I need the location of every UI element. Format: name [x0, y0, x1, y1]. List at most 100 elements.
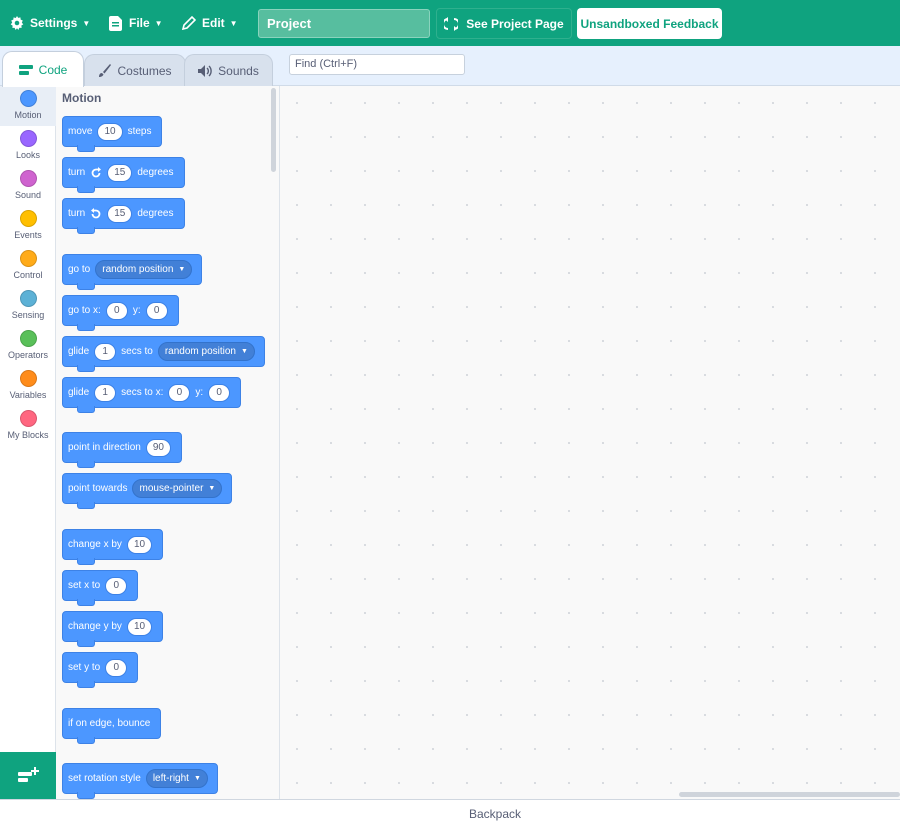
category-label: Variables: [9, 390, 47, 400]
block-point-in-direction[interactable]: point in direction 90: [62, 432, 182, 468]
backpack-bar[interactable]: Backpack: [0, 799, 900, 827]
block-turn-left[interactable]: turn 15 degrees: [62, 198, 185, 234]
file-menu[interactable]: File ▼: [109, 0, 163, 46]
dropdown-value: random position: [102, 264, 174, 275]
category-variables[interactable]: Variables: [0, 366, 56, 406]
block-go-to[interactable]: go to random position ▼: [62, 254, 203, 290]
category-motion[interactable]: Motion: [0, 86, 56, 126]
block-text: steps: [127, 126, 152, 137]
block-set-y[interactable]: set y to 0: [62, 652, 139, 688]
add-extension-button[interactable]: [0, 752, 56, 799]
block-text: secs to x:: [121, 387, 164, 398]
category-my-blocks[interactable]: My Blocks: [0, 406, 56, 446]
block-number-input[interactable]: 1: [94, 342, 117, 361]
tab-sounds[interactable]: Sounds: [184, 54, 273, 86]
block-text: go to x:: [68, 305, 101, 316]
see-project-page-button[interactable]: See Project Page: [436, 8, 572, 39]
project-title-input[interactable]: Project: [258, 9, 430, 38]
paintbrush-icon: [99, 64, 112, 77]
block-glide-to-xy[interactable]: glide 1 secs to x: 0 y: 0: [62, 377, 242, 413]
block-set-rotation-style[interactable]: set rotation style left-right ▼: [62, 763, 218, 799]
category-control[interactable]: Control: [0, 246, 56, 286]
category-label: Events: [14, 230, 42, 240]
block-number-input[interactable]: 1: [94, 383, 117, 402]
block-dropdown[interactable]: left-right ▼: [145, 769, 208, 788]
block-number-input[interactable]: 10: [126, 535, 153, 554]
chevron-down-icon: ▼: [229, 18, 238, 28]
palette-category-title: Motion: [62, 91, 102, 105]
block-number-input[interactable]: 0: [145, 301, 168, 320]
block-number-input[interactable]: 90: [145, 438, 171, 457]
tab-code[interactable]: Code: [2, 51, 84, 87]
category-dot-icon: [19, 90, 37, 107]
edit-menu[interactable]: Edit ▼: [182, 0, 238, 46]
block-text: set rotation style: [68, 773, 141, 784]
code-workspace[interactable]: [280, 86, 900, 799]
gear-icon: [10, 16, 24, 30]
block-number-input[interactable]: 0: [105, 658, 128, 677]
block-dropdown[interactable]: random position ▼: [95, 260, 193, 279]
dropdown-value: left-right: [152, 773, 189, 784]
file-icon: [109, 15, 122, 31]
workspace-horizontal-scrollbar[interactable]: [679, 792, 900, 797]
block-number-input[interactable]: 0: [168, 383, 191, 402]
block-move-steps[interactable]: move 10 steps: [62, 116, 163, 152]
block-change-y[interactable]: change y by 10: [62, 611, 164, 647]
chevron-down-icon: ▼: [154, 18, 163, 28]
block-glide-to[interactable]: glide 1 secs to random position ▼: [62, 336, 265, 372]
settings-menu[interactable]: Settings ▼: [10, 0, 90, 46]
block-point-towards[interactable]: point towards mouse-pointer ▼: [62, 473, 233, 509]
category-label: Sensing: [11, 310, 45, 320]
block-change-x[interactable]: change x by 10: [62, 529, 164, 565]
backpack-label: Backpack: [468, 806, 522, 821]
category-dot-icon: [19, 410, 37, 427]
palette-scrollbar[interactable]: [271, 88, 276, 172]
category-dot-icon: [19, 210, 37, 227]
category-dot-icon: [19, 130, 37, 147]
block-set-x[interactable]: set x to 0: [62, 570, 139, 606]
block-text: point towards: [68, 483, 128, 494]
block-number-input[interactable]: 0: [105, 576, 128, 595]
block-number-input[interactable]: 15: [107, 204, 133, 223]
chevron-down-icon: ▼: [82, 18, 91, 28]
block-number-input[interactable]: 0: [105, 301, 128, 320]
block-number-input[interactable]: 15: [107, 163, 133, 182]
block-text: y:: [195, 387, 204, 398]
category-looks[interactable]: Looks: [0, 126, 56, 166]
category-sensing[interactable]: Sensing: [0, 286, 56, 326]
chevron-down-icon: ▼: [193, 775, 201, 782]
tab-sounds-label: Sounds: [218, 63, 259, 78]
tab-costumes[interactable]: Costumes: [84, 54, 186, 86]
block-if-on-edge-bounce[interactable]: if on edge, bounce: [62, 708, 162, 744]
speaker-icon: [198, 64, 212, 77]
block-dropdown[interactable]: mouse-pointer ▼: [132, 479, 223, 498]
block-number-input[interactable]: 10: [97, 122, 123, 141]
tab-code-label: Code: [38, 62, 68, 77]
category-label: My Blocks: [7, 430, 49, 440]
block-text: change x by: [68, 539, 122, 550]
block-number-input[interactable]: 0: [208, 383, 231, 402]
block-go-to-xy[interactable]: go to x: 0 y: 0: [62, 295, 179, 331]
file-label: File: [129, 16, 150, 30]
block-turn-right[interactable]: turn 15 degrees: [62, 157, 185, 193]
block-dropdown[interactable]: random position ▼: [157, 342, 255, 361]
category-label: Motion: [14, 110, 42, 120]
category-label: Sound: [14, 190, 42, 200]
unsandboxed-feedback-button[interactable]: Unsandboxed Feedback: [577, 8, 722, 39]
category-sound[interactable]: Sound: [0, 166, 56, 206]
find-input[interactable]: Find (Ctrl+F): [289, 54, 465, 75]
rotate-left-icon: [90, 207, 102, 220]
block-number-input[interactable]: 10: [126, 617, 153, 636]
block-text: change y by: [68, 621, 122, 632]
category-operators[interactable]: Operators: [0, 326, 56, 366]
block-text: y:: [132, 305, 141, 316]
code-blocks-icon: [18, 64, 33, 75]
add-extension-icon: [18, 766, 39, 782]
category-label: Looks: [15, 150, 41, 160]
dropdown-value: mouse-pointer: [139, 483, 204, 494]
settings-label: Settings: [30, 16, 78, 30]
edit-label: Edit: [202, 16, 225, 30]
category-events[interactable]: Events: [0, 206, 56, 246]
menu-bar: Settings ▼ File ▼ Edit ▼ Project See Pro…: [0, 0, 900, 46]
chevron-down-icon: ▼: [178, 266, 186, 273]
